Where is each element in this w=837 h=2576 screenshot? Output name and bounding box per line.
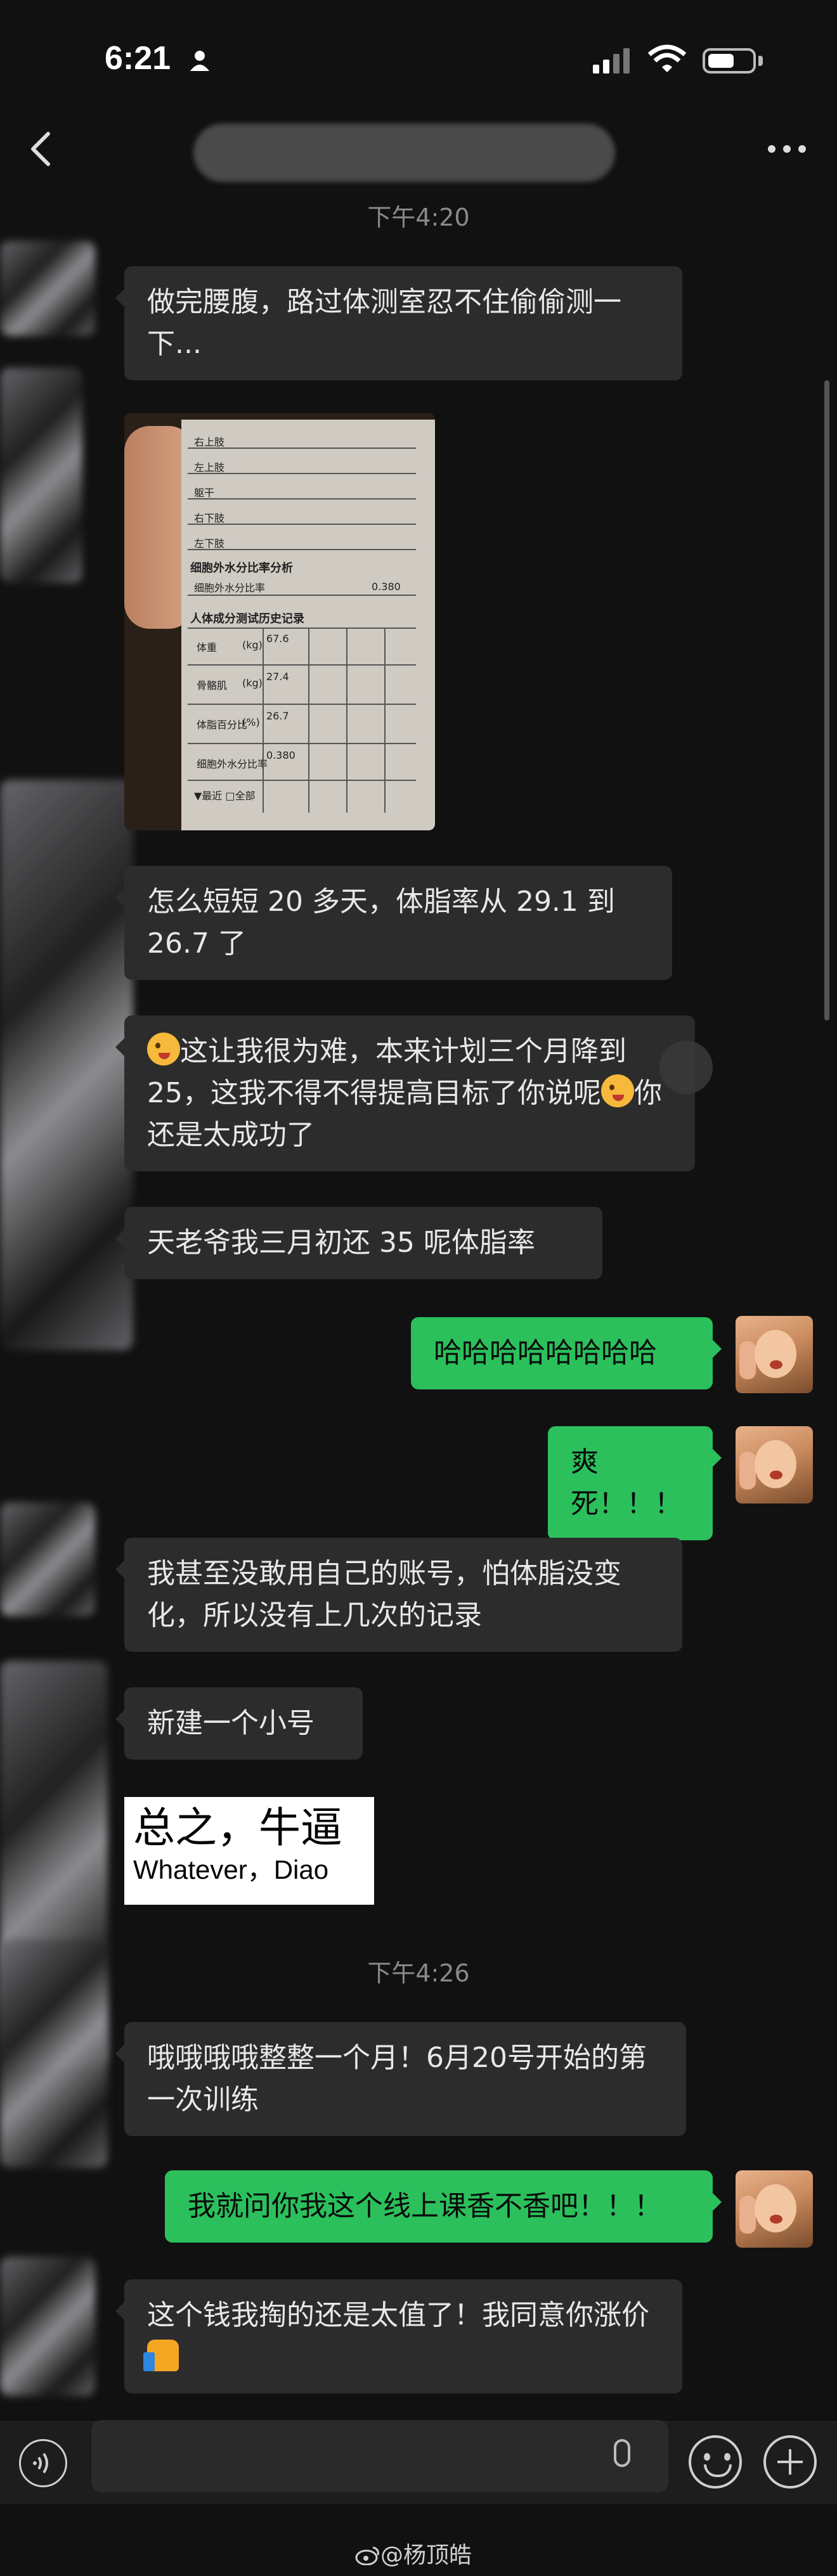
message-bubble[interactable]: 这个钱我掏的还是太值了！我同意你涨价 <box>115 2279 682 2393</box>
emoji-icon[interactable] <box>689 2435 742 2489</box>
message-bubble[interactable]: 这让我很为难，本来计划三个月降到 25，这我不得不得提高目标了你说呢 你还是太成功… <box>115 1015 695 1171</box>
report-row: 体脂百分比 <box>197 719 248 731</box>
scrollbar[interactable] <box>824 380 829 1021</box>
mic-icon[interactable] <box>614 2439 630 2467</box>
wink-emoji <box>601 1074 634 1107</box>
wink-emoji <box>147 1033 180 1066</box>
message-text: 做完腰腹，路过体测室忍不住偷偷测一下... <box>147 286 621 360</box>
thumbs-up-emoji <box>143 2340 179 2371</box>
meme-text-zh: 总之，牛逼 <box>133 1803 342 1852</box>
message-bubble[interactable]: 怎么短短 20 多天，体脂率从 29.1 到 26.7 了 <box>115 866 672 980</box>
message-text: 怎么短短 20 多天，体脂率从 29.1 到 26.7 了 <box>147 886 615 960</box>
message-text: 新建一个小号 <box>147 1707 315 1739</box>
report-section-title: 人体成分测试历史记录 <box>190 612 304 626</box>
message-input[interactable] <box>91 2420 668 2492</box>
report-row: 左下肢 <box>194 538 225 550</box>
my-avatar[interactable] <box>736 1316 813 1393</box>
battery-icon <box>703 48 756 74</box>
report-unit: (kg) <box>242 677 263 689</box>
status-time: 6:21 <box>105 40 171 77</box>
report-value: 26.7 <box>266 710 289 722</box>
avatar[interactable] <box>0 241 95 336</box>
avatar[interactable] <box>0 368 82 583</box>
more-icon[interactable] <box>767 145 807 153</box>
message-text: 爽死！！！ <box>571 1446 682 1520</box>
report-value: 27.4 <box>266 671 289 683</box>
battery-tip <box>758 56 763 66</box>
message-text: 哈哈哈哈哈哈哈哈 <box>434 1337 657 1369</box>
avatar[interactable] <box>0 780 133 1350</box>
message-bubble[interactable]: 我甚至没敢用自己的账号，怕体脂没变化，所以没有上几次的记录 <box>115 1538 682 1652</box>
report-value: 0.380 <box>372 581 401 593</box>
report-row: 右上肢 <box>194 436 225 448</box>
message-bubble-outgoing[interactable]: 爽死！！！ <box>548 1426 722 1540</box>
voice-icon[interactable] <box>19 2439 67 2487</box>
report-row: 骨骼肌 <box>197 679 228 692</box>
chat-title-blurred <box>193 124 615 182</box>
message-bubble[interactable]: 新建一个小号 <box>115 1687 363 1760</box>
message-bubble[interactable]: 天老爷我三月初还 35 呢体脂率 <box>115 1207 602 1279</box>
avatar[interactable] <box>0 1940 108 2168</box>
watermark-text: @杨顶皓 <box>380 2542 472 2568</box>
report-row: 左上肢 <box>194 461 225 473</box>
report-unit: (%) <box>242 716 260 728</box>
message-bubble-outgoing[interactable]: 我就问你我这个线上课香不香吧！！！ <box>165 2170 722 2243</box>
plus-icon[interactable] <box>763 2435 817 2489</box>
meme-text-en: Whatever，Diao <box>133 1855 329 1884</box>
watermark: @杨顶皓 <box>355 2537 472 2570</box>
timestamp: 下午4:20 <box>367 203 470 231</box>
weibo-icon <box>355 2546 379 2566</box>
report-unit: (kg) <box>242 639 263 651</box>
report-footer: ▼最近 □全部 <box>194 790 256 802</box>
message-bubble[interactable]: 做完腰腹，路过体测室忍不住偷偷测一下... <box>115 266 682 380</box>
report-row: 细胞外水分比率 <box>194 582 266 594</box>
message-text: 我甚至没敢用自己的账号，怕体脂没变化，所以没有上几次的记录 <box>147 1557 621 1632</box>
timestamp: 下午4:26 <box>367 1959 470 1987</box>
back-icon[interactable] <box>28 130 53 168</box>
report-row: 体重 <box>197 641 217 654</box>
report-row: 躯干 <box>194 487 215 499</box>
person-icon <box>190 51 209 71</box>
scroll-indicator[interactable] <box>659 1041 713 1094</box>
my-avatar[interactable] <box>736 1426 813 1504</box>
avatar[interactable] <box>0 1502 95 1616</box>
report-value: 67.6 <box>266 633 289 645</box>
message-text: 这个钱我掏的还是太值了！我同意你涨价 <box>147 2299 649 2331</box>
message-bubble[interactable]: 哦哦哦哦整整一个月！6月20号开始的第一次训练 <box>115 2022 686 2136</box>
message-text: 这让我很为难，本来计划三个月降到 25，这我不得不得提高目标了你说呢 <box>147 1035 626 1109</box>
photo-message[interactable]: 右上肢 左上肢 躯干 右下肢 左下肢 细胞外水分比率分析 细胞外水分比率 0.3… <box>124 413 435 830</box>
report-row: 细胞外水分比率 <box>197 758 268 770</box>
report-paper: 右上肢 左上肢 躯干 右下肢 左下肢 细胞外水分比率分析 细胞外水分比率 0.3… <box>181 420 435 830</box>
report-value: 0.380 <box>266 749 295 761</box>
message-text: 我就问你我这个线上课香不香吧！！！ <box>188 2190 662 2222</box>
wifi-icon <box>648 44 686 72</box>
signal-icon <box>593 48 630 74</box>
status-bar: 6:21 <box>0 0 837 114</box>
report-section-title: 细胞外水分比率分析 <box>190 562 293 575</box>
report-row: 右下肢 <box>194 512 225 524</box>
message-text: 哦哦哦哦整整一个月！6月20号开始的第一次训练 <box>147 2042 647 2116</box>
message-text: 天老爷我三月初还 35 呢体脂率 <box>147 1227 535 1259</box>
meme-sticker[interactable]: 总之，牛逼 Whatever，Diao <box>124 1797 374 1905</box>
my-avatar[interactable] <box>736 2170 813 2248</box>
message-bubble-outgoing[interactable]: 哈哈哈哈哈哈哈哈 <box>411 1317 722 1389</box>
avatar[interactable] <box>0 2257 95 2396</box>
